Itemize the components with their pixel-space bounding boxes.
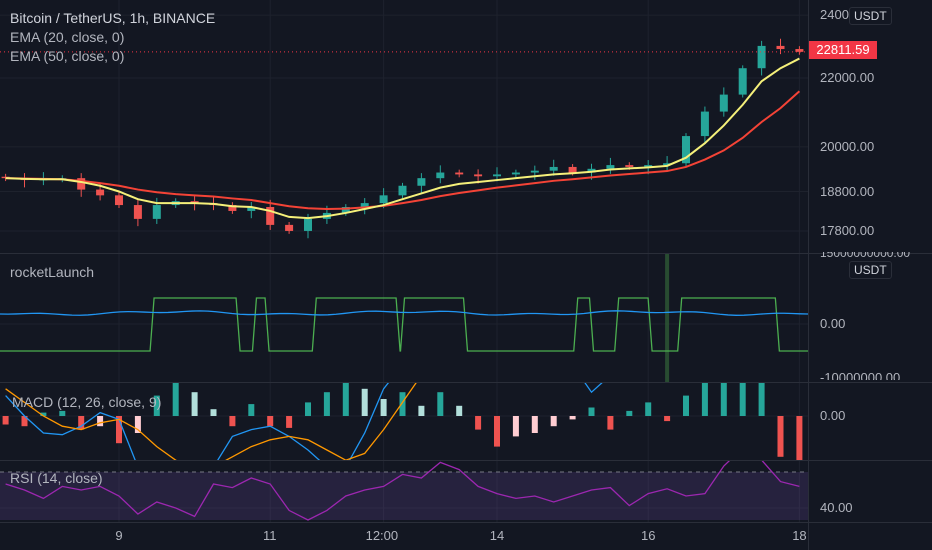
macd-histogram-bar: [720, 383, 727, 416]
candle: [776, 45, 785, 50]
macd-histogram-bar: [172, 383, 179, 416]
candle: [398, 185, 407, 196]
last-price-tag: 22811.59: [809, 41, 877, 59]
time-tick: 18: [792, 528, 807, 543]
candle: [738, 68, 747, 95]
macd-histogram-bar: [380, 399, 387, 416]
candle: [719, 94, 728, 112]
macd-histogram-bar: [475, 416, 482, 430]
macd-histogram-bar: [342, 383, 349, 416]
macd-tick: 0.00: [820, 408, 846, 423]
rocket-launch-pane[interactable]: [0, 254, 809, 382]
macd-histogram-bar: [210, 409, 217, 416]
macd-histogram-bar: [777, 416, 784, 457]
signal-highlight-bar: [665, 254, 670, 382]
rsi-tick: 40.00: [820, 500, 853, 515]
candle: [625, 165, 634, 167]
candle: [133, 205, 142, 219]
pane-separators: [0, 0, 932, 550]
candle: [511, 172, 520, 175]
macd-histogram-bar: [588, 407, 595, 416]
macd-histogram-bar: [399, 392, 406, 416]
macd-histogram-bar: [531, 416, 538, 433]
price-tick: 20000.00: [820, 139, 875, 154]
candle: [417, 178, 426, 186]
time-tick: 16: [641, 528, 656, 543]
candle: [455, 172, 464, 175]
rsi-legend[interactable]: RSI (14, close): [10, 469, 103, 488]
macd-histogram-bar: [645, 402, 652, 416]
price-tick: 17800.00: [820, 223, 875, 238]
ema50-legend[interactable]: EMA (50, close, 0): [10, 47, 124, 66]
macd-histogram-bar: [248, 404, 255, 416]
macd-histogram-bar: [550, 416, 557, 427]
macd-histogram-bar: [758, 383, 765, 416]
candle: [549, 166, 558, 171]
candle: [493, 174, 501, 177]
price-pane[interactable]: [0, 38, 808, 239]
currency-unit-button-2[interactable]: USDT: [849, 261, 892, 279]
candle: [700, 111, 709, 137]
candle: [96, 189, 105, 196]
rocket-tick: 0.00: [820, 316, 846, 331]
macd-histogram-bar: [286, 416, 293, 428]
time-tick: 14: [489, 528, 505, 543]
macd-histogram-bar: [456, 405, 463, 416]
macd-histogram-bar: [97, 416, 104, 427]
time-tick: 12:00: [365, 528, 399, 543]
macd-histogram-bar: [323, 392, 330, 416]
macd-histogram-bar: [2, 416, 9, 425]
candle: [436, 172, 445, 179]
macd-histogram-bar: [191, 392, 198, 416]
candle: [568, 166, 577, 173]
macd-histogram-bar: [569, 416, 576, 420]
macd-histogram-bar: [626, 410, 633, 416]
macd-histogram-bar: [739, 383, 746, 416]
rocket-legend[interactable]: rocketLaunch: [10, 263, 94, 282]
ema20-legend[interactable]: EMA (20, close, 0): [10, 28, 124, 47]
candle: [757, 45, 766, 69]
candle: [115, 195, 123, 206]
price-tick: 18800.00: [820, 184, 875, 199]
price-tick: 2400: [820, 7, 849, 22]
macd-histogram-bar: [418, 405, 425, 416]
macd-histogram-bar: [664, 416, 671, 422]
macd-legend[interactable]: MACD (12, 26, close, 9): [12, 393, 161, 412]
macd-histogram-bar: [683, 395, 689, 416]
candle: [304, 218, 312, 231]
grid-lines: [0, 0, 808, 522]
macd-histogram-bar: [229, 416, 236, 427]
candle: [474, 174, 483, 177]
time-tick: 9: [115, 528, 123, 543]
symbol-title[interactable]: Bitcoin / TetherUS, 1h, BINANCE: [10, 9, 215, 28]
candle: [530, 170, 539, 173]
macd-histogram-bar: [437, 392, 444, 416]
macd-histogram-bar: [267, 416, 274, 427]
rsi-pane[interactable]: [0, 448, 808, 521]
macd-histogram-bar: [361, 388, 368, 416]
macd-histogram-bar: [796, 416, 803, 460]
chart-canvas[interactable]: [0, 0, 932, 550]
macd-histogram-bar: [701, 383, 708, 416]
macd-histogram-bar: [512, 416, 519, 437]
time-tick: 11: [263, 528, 277, 543]
candle: [285, 224, 294, 231]
currency-unit-button[interactable]: USDT: [849, 7, 892, 25]
candle: [152, 205, 161, 219]
macd-histogram-bar: [607, 416, 614, 430]
macd-histogram-bar: [494, 416, 500, 447]
candle: [606, 165, 615, 169]
price-tick: 22000.00: [820, 70, 875, 85]
macd-histogram-bar: [305, 402, 311, 416]
candle: [379, 195, 388, 204]
